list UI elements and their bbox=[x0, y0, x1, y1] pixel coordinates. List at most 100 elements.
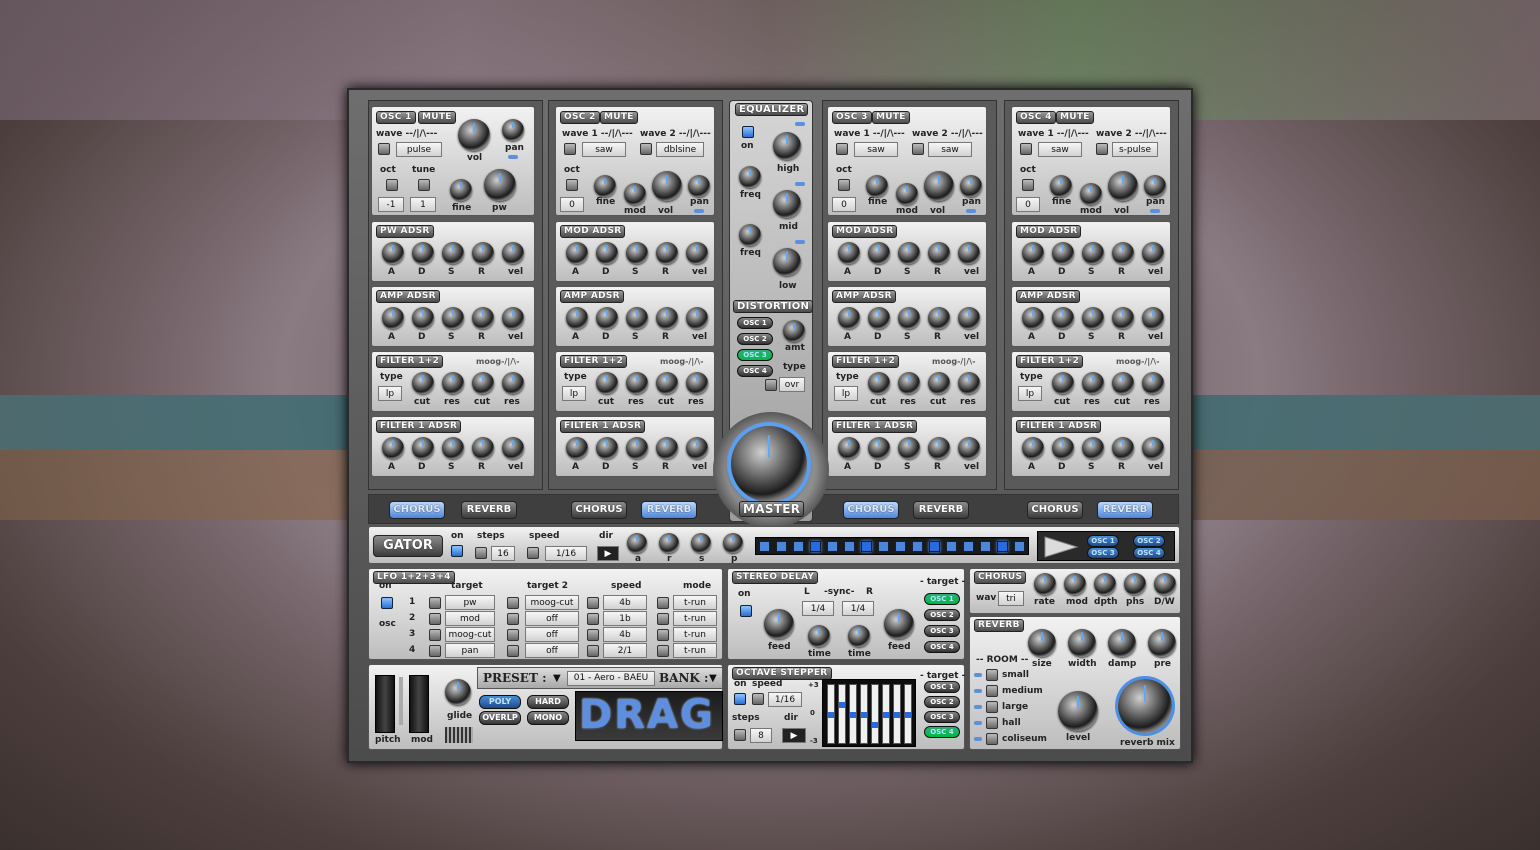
reverb-pre-knob[interactable] bbox=[1148, 629, 1176, 657]
bank-chevron-icon[interactable]: ▼ bbox=[709, 673, 717, 684]
osc3-panel2-vel-knob[interactable] bbox=[958, 307, 980, 329]
lfo-on-toggle[interactable] bbox=[381, 597, 393, 609]
gator-dir-button[interactable]: ▶ bbox=[597, 546, 619, 561]
lfo-row-target2-toggle[interactable] bbox=[507, 645, 519, 657]
osc4-wave1-toggle[interactable] bbox=[1020, 143, 1032, 155]
osc3-panel1-vel-knob[interactable] bbox=[958, 242, 980, 264]
lfo-row-target-select[interactable]: pw bbox=[445, 595, 495, 610]
osc4-filter-type-select[interactable]: lp bbox=[1018, 386, 1042, 401]
osc4-filter-cut-knob-1[interactable] bbox=[1052, 372, 1074, 394]
gator-step-button[interactable] bbox=[878, 541, 889, 552]
osc1-mute-button[interactable]: MUTE bbox=[418, 111, 456, 124]
osc1-oct-toggle[interactable] bbox=[386, 179, 398, 191]
osc3-panel2-s-knob[interactable] bbox=[898, 307, 920, 329]
osc3-oct-toggle[interactable] bbox=[838, 179, 850, 191]
eq-on-toggle[interactable] bbox=[742, 126, 754, 138]
hard-button[interactable]: HARD bbox=[527, 695, 569, 709]
osc3-vol-knob[interactable] bbox=[924, 171, 954, 201]
delay-osc2-button[interactable]: OSC 2 bbox=[924, 609, 960, 621]
gator-on-toggle[interactable] bbox=[451, 545, 463, 557]
gator-steps-toggle[interactable] bbox=[475, 547, 487, 559]
eq-freq1-knob[interactable] bbox=[739, 166, 761, 188]
stepper-on-toggle[interactable] bbox=[734, 693, 746, 705]
osc4-filter-res-knob-2[interactable] bbox=[1082, 372, 1104, 394]
osc2-panel4-vel-knob[interactable] bbox=[686, 437, 708, 459]
reverb-width-knob[interactable] bbox=[1068, 629, 1096, 657]
distortion-type-select[interactable]: ovr bbox=[779, 377, 805, 392]
delay-l-sync-value[interactable]: 1/4 bbox=[802, 601, 834, 616]
gator-a-knob[interactable] bbox=[627, 533, 647, 553]
gator-step-button[interactable] bbox=[946, 541, 957, 552]
osc1-filter-res-knob-4[interactable] bbox=[502, 372, 524, 394]
stepper-speed-value[interactable]: 1/16 bbox=[768, 692, 802, 707]
lfo-row-mode-select[interactable]: t-run bbox=[673, 643, 717, 658]
osc3-panel1-a-knob[interactable] bbox=[838, 242, 860, 264]
osc2-wave2-select[interactable]: dblsine bbox=[656, 142, 704, 157]
osc2-fine-knob[interactable] bbox=[594, 175, 616, 197]
osc3-panel4-s-knob[interactable] bbox=[898, 437, 920, 459]
osc2-filter-type-select[interactable]: lp bbox=[562, 386, 586, 401]
osc1-vol-knob[interactable] bbox=[458, 119, 490, 151]
osc1-filter-res-knob-2[interactable] bbox=[442, 372, 464, 394]
osc3-panel1-r-knob[interactable] bbox=[928, 242, 950, 264]
gator-step-button[interactable] bbox=[759, 541, 770, 552]
lfo-row-target2-toggle[interactable] bbox=[507, 597, 519, 609]
stepper-osc3-button[interactable]: OSC 3 bbox=[924, 711, 960, 723]
chorus-phs-knob[interactable] bbox=[1124, 573, 1146, 595]
osc4-panel1-a-knob[interactable] bbox=[1022, 242, 1044, 264]
osc2-filter-res-knob-4[interactable] bbox=[686, 372, 708, 394]
osc4-panel2-r-knob[interactable] bbox=[1112, 307, 1134, 329]
gator-step-button[interactable] bbox=[929, 541, 940, 552]
gator-p-knob[interactable] bbox=[723, 533, 743, 553]
lfo-row-target-select[interactable]: moog-cut bbox=[445, 627, 495, 642]
osc2-oct-value[interactable]: 0 bbox=[560, 197, 584, 212]
osc1-panel1-a-knob[interactable] bbox=[382, 242, 404, 264]
stepper-osc2-button[interactable]: OSC 2 bbox=[924, 696, 960, 708]
gator-osc3-button[interactable]: OSC 3 bbox=[1087, 547, 1119, 559]
osc3-panel2-r-knob[interactable] bbox=[928, 307, 950, 329]
reverb-room-toggle[interactable] bbox=[986, 685, 998, 697]
osc3-wave2-select[interactable]: saw bbox=[928, 142, 972, 157]
osc4-oct-toggle[interactable] bbox=[1022, 179, 1034, 191]
osc3-panel2-a-knob[interactable] bbox=[838, 307, 860, 329]
osc4-panel1-r-knob[interactable] bbox=[1112, 242, 1134, 264]
lfo-row-target-toggle[interactable] bbox=[429, 597, 441, 609]
gator-osc4-button[interactable]: OSC 4 bbox=[1133, 547, 1165, 559]
preset-select[interactable]: 01 - Aero - BAEU bbox=[567, 671, 655, 686]
osc4-panel2-s-knob[interactable] bbox=[1082, 307, 1104, 329]
lfo-row-target-toggle[interactable] bbox=[429, 613, 441, 625]
osc2-oct-toggle[interactable] bbox=[566, 179, 578, 191]
osc4-mute-button[interactable]: MUTE bbox=[1056, 111, 1094, 124]
gator-step-button[interactable] bbox=[793, 541, 804, 552]
stepper-dir-button[interactable]: ▶ bbox=[782, 728, 806, 743]
distortion-osc4-button[interactable]: OSC 4 bbox=[737, 365, 773, 377]
osc3-wave1-select[interactable]: saw bbox=[854, 142, 898, 157]
osc2-wave1-toggle[interactable] bbox=[564, 143, 576, 155]
osc2-panel4-a-knob[interactable] bbox=[566, 437, 588, 459]
lfo-row-mode-toggle[interactable] bbox=[657, 645, 669, 657]
osc4-oct-value[interactable]: 0 bbox=[1016, 197, 1040, 212]
lfo-row-target2-select[interactable]: moog-cut bbox=[525, 595, 579, 610]
osc3-wave1-toggle[interactable] bbox=[836, 143, 848, 155]
stepper-step-column[interactable] bbox=[904, 684, 912, 744]
distortion-osc1-button[interactable]: OSC 1 bbox=[737, 317, 773, 329]
osc4-filter-res-knob-4[interactable] bbox=[1142, 372, 1164, 394]
osc1-pw-knob[interactable] bbox=[484, 169, 516, 201]
stepper-step-column[interactable] bbox=[860, 684, 868, 744]
osc2-mod-knob[interactable] bbox=[624, 183, 646, 205]
eq-high-knob[interactable] bbox=[773, 132, 801, 160]
osc4-mod-knob[interactable] bbox=[1080, 183, 1102, 205]
osc2-reverb-tab[interactable]: REVERB bbox=[641, 501, 697, 519]
gator-speed-toggle[interactable] bbox=[527, 547, 539, 559]
osc3-filter-cut-knob-3[interactable] bbox=[928, 372, 950, 394]
osc2-panel4-r-knob[interactable] bbox=[656, 437, 678, 459]
eq-low-knob[interactable] bbox=[773, 248, 801, 276]
distortion-osc2-button[interactable]: OSC 2 bbox=[737, 333, 773, 345]
lfo-row-speed-select[interactable]: 4b bbox=[603, 595, 647, 610]
osc3-filter-type-select[interactable]: lp bbox=[834, 386, 858, 401]
delay-feed-right-knob[interactable] bbox=[884, 609, 914, 639]
osc1-tune-toggle[interactable] bbox=[418, 179, 430, 191]
osc1-panel4-d-knob[interactable] bbox=[412, 437, 434, 459]
chorus-rate-knob[interactable] bbox=[1034, 573, 1056, 595]
lfo-row-target-select[interactable]: pan bbox=[445, 643, 495, 658]
